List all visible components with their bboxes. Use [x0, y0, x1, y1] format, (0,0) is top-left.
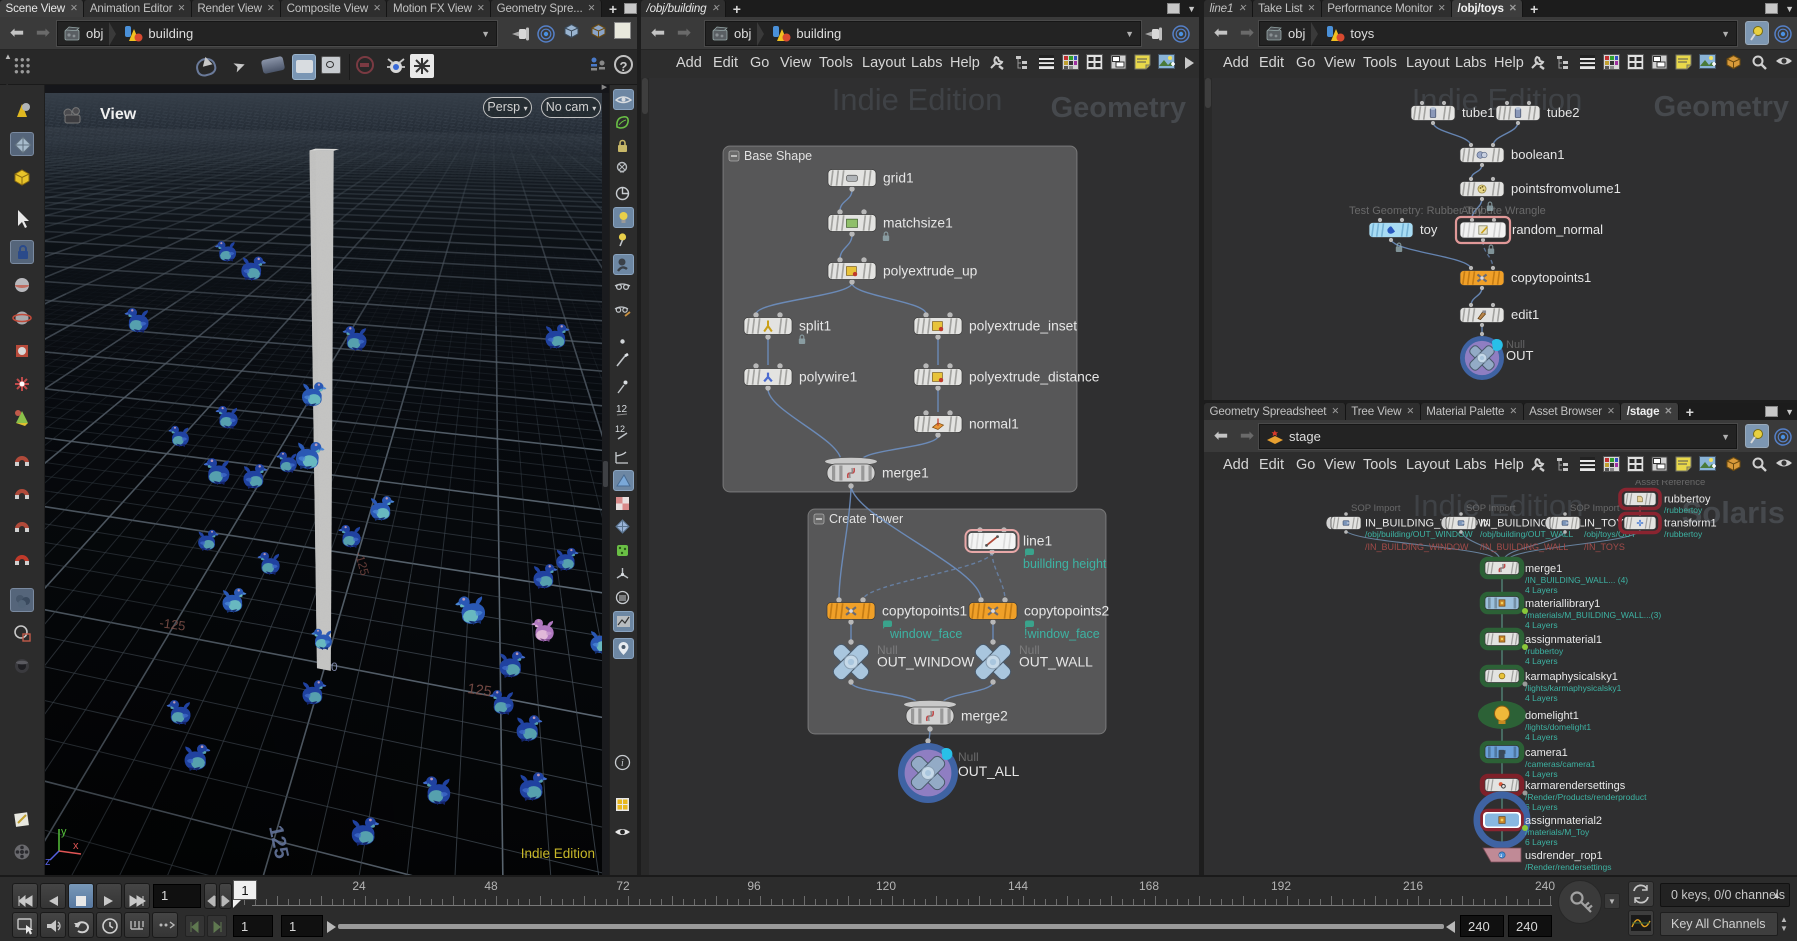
svg-text:materiallibrary1: materiallibrary1	[1525, 598, 1600, 610]
svg-text:buillding height: buillding height	[1023, 557, 1107, 571]
svg-text:y: y	[61, 826, 67, 838]
svg-text:karmarendersettings: karmarendersettings	[1525, 780, 1626, 792]
svg-text:copytopoints1: copytopoints1	[1511, 270, 1591, 285]
svg-text:/rubbertoy: /rubbertoy	[1525, 646, 1564, 656]
svg-text:rubbertoy: rubbertoy	[1664, 494, 1711, 506]
svg-text:0: 0	[331, 660, 338, 674]
svg-text:copytopoints1: copytopoints1	[882, 604, 967, 619]
svg-text:tube1: tube1	[1462, 105, 1495, 120]
svg-text:OUT: OUT	[1506, 348, 1534, 363]
svg-text:/Render/Products/renderproduct: /Render/Products/renderproduct	[1525, 792, 1647, 802]
svg-text:SOP Import: SOP Import	[1570, 503, 1620, 514]
svg-text:edit1: edit1	[1511, 307, 1539, 322]
svg-text:4 Layers: 4 Layers	[1525, 693, 1558, 703]
svg-text:/lights/karmaphysicalsky1: /lights/karmaphysicalsky1	[1525, 683, 1622, 693]
svg-text:z: z	[45, 856, 51, 868]
svg-text:Asset Reference: Asset Reference	[1635, 480, 1705, 488]
svg-text:Geometry: Geometry	[1051, 92, 1186, 124]
svg-text:transform1: transform1	[1664, 518, 1717, 530]
svg-text:125: 125	[466, 681, 492, 700]
svg-text:12: 12	[616, 404, 628, 415]
svg-text:/materials/M_Toy: /materials/M_Toy	[1525, 827, 1590, 837]
svg-text:i: i	[621, 758, 624, 769]
svg-text:/rubbertoy: /rubbertoy	[1664, 529, 1703, 539]
svg-text:SOP Import: SOP Import	[1466, 503, 1516, 514]
svg-text:/obj/building/OUT_WINDOW: /obj/building/OUT_WINDOW	[1365, 529, 1473, 539]
svg-text:/rubbertoy: /rubbertoy	[1664, 505, 1703, 515]
svg-text:x: x	[73, 840, 79, 852]
svg-text:Base Shape: Base Shape	[744, 149, 812, 163]
svg-text:toy: toy	[1420, 222, 1438, 237]
svg-text:merge1: merge1	[1525, 563, 1562, 575]
svg-text:assignmaterial1: assignmaterial1	[1525, 634, 1602, 646]
svg-text:split1: split1	[799, 319, 831, 334]
svg-text:/cameras/camera1: /cameras/camera1	[1525, 759, 1596, 769]
svg-text:4 Layers: 4 Layers	[1525, 769, 1558, 779]
svg-text:usdrender_rop1: usdrender_rop1	[1525, 850, 1603, 862]
svg-text:camera1: camera1	[1525, 747, 1568, 759]
svg-text:boolean1: boolean1	[1511, 147, 1565, 162]
svg-text:u: u	[1499, 853, 1502, 859]
svg-text:window_face: window_face	[889, 627, 962, 641]
svg-text:normal1: normal1	[969, 417, 1019, 432]
svg-text:polyextrude_inset: polyextrude_inset	[969, 319, 1077, 334]
svg-text:4 Layers: 4 Layers	[1525, 732, 1558, 742]
svg-text:polyextrude_up: polyextrude_up	[883, 264, 978, 279]
svg-text:Create Tower: Create Tower	[829, 512, 903, 526]
svg-text:/IN_BUILDING_WINDOW: /IN_BUILDING_WINDOW	[1365, 542, 1469, 552]
svg-text:OUT_WALL: OUT_WALL	[1019, 655, 1093, 670]
svg-text:4 Layers: 4 Layers	[1525, 620, 1558, 630]
svg-text:grid1: grid1	[883, 171, 914, 186]
svg-text:/lights/domelight1: /lights/domelight1	[1525, 722, 1591, 732]
svg-text:6 Layers: 6 Layers	[1525, 802, 1558, 812]
svg-text:/materials/M_BUILDING_WALL...(: /materials/M_BUILDING_WALL...(3)	[1525, 610, 1661, 620]
svg-text:OUT_ALL: OUT_ALL	[958, 764, 1020, 779]
svg-text:random_normal: random_normal	[1512, 222, 1603, 237]
svg-text:/obj/building/OUT_WALL: /obj/building/OUT_WALL	[1480, 529, 1574, 539]
svg-text:/IN_BUILDING_WALL: /IN_BUILDING_WALL	[1480, 542, 1568, 552]
svg-text:karmaphysicalsky1: karmaphysicalsky1	[1525, 671, 1618, 683]
svg-text:pointsfromvolume1: pointsfromvolume1	[1511, 181, 1621, 196]
svg-text:domelight1: domelight1	[1525, 710, 1579, 722]
svg-text:6 Layers: 6 Layers	[1525, 837, 1558, 847]
svg-text:OUT_WINDOW: OUT_WINDOW	[877, 655, 974, 670]
svg-text:Geometry: Geometry	[1654, 91, 1789, 123]
svg-text:assignmaterial2: assignmaterial2	[1525, 815, 1602, 827]
svg-text:copytopoints2: copytopoints2	[1024, 604, 1109, 619]
svg-text:tube2: tube2	[1547, 105, 1580, 120]
svg-text:Attribute Wrangle: Attribute Wrangle	[1461, 205, 1546, 217]
svg-text:merge2: merge2	[961, 709, 1008, 724]
svg-text:/IN_BUILDING_WALL... (4): /IN_BUILDING_WALL... (4)	[1525, 575, 1628, 585]
svg-text:!window_face: !window_face	[1024, 627, 1100, 641]
svg-text:/Render/rendersettings: /Render/rendersettings	[1525, 862, 1611, 872]
svg-text:/IN_TOYS: /IN_TOYS	[1584, 542, 1625, 552]
svg-text:4 Layers: 4 Layers	[1525, 656, 1558, 666]
svg-text:polywire1: polywire1	[799, 370, 857, 385]
svg-text:4 Layers: 4 Layers	[1525, 585, 1558, 595]
svg-text:matchsize1: matchsize1	[883, 216, 953, 231]
svg-text:polyextrude_distance: polyextrude_distance	[969, 370, 1100, 385]
svg-text:12: 12	[615, 424, 625, 434]
svg-text:Null: Null	[958, 750, 979, 764]
svg-text:SOP Import: SOP Import	[1351, 503, 1401, 514]
svg-text:merge1: merge1	[882, 466, 929, 481]
svg-text:line1: line1	[1023, 534, 1052, 549]
svg-text:Indie Edition: Indie Edition	[832, 82, 1003, 117]
